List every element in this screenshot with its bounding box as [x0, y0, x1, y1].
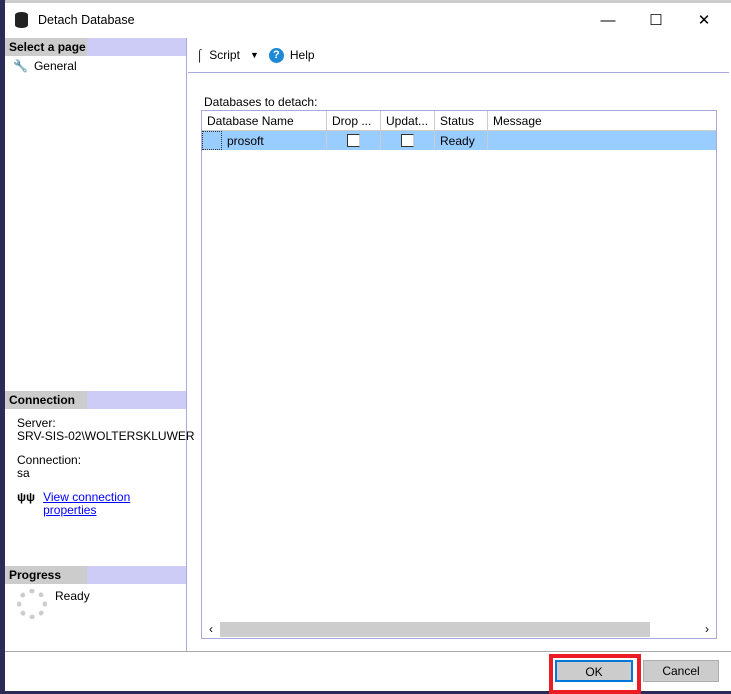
minimize-button[interactable]: — [585, 3, 631, 37]
databases-label: Databases to detach: [204, 95, 318, 109]
window-title: Detach Database [38, 13, 135, 27]
table-row[interactable]: prosoft Ready [202, 131, 716, 150]
horizontal-scrollbar[interactable]: ‹ › [202, 620, 716, 638]
page-general[interactable]: 🔧 General [5, 56, 186, 76]
dialog-footer: OK Cancel [5, 651, 731, 694]
cell-database-name: prosoft [222, 131, 327, 150]
plug-icon: ψψ [17, 490, 36, 504]
progress-header: Progress [5, 566, 186, 584]
scrollbar-thumb[interactable] [220, 621, 650, 637]
script-icon: ⌠ [196, 48, 204, 62]
database-icon [15, 12, 28, 28]
script-dropdown-icon[interactable]: ▼ [250, 50, 259, 60]
col-status[interactable]: Status [435, 111, 488, 130]
progress-spinner-icon [17, 589, 47, 619]
help-icon: ? [268, 47, 284, 63]
drop-connections-checkbox[interactable] [347, 134, 360, 147]
help-button[interactable]: Help [290, 48, 315, 62]
page-general-label: General [33, 59, 77, 73]
connection-value: sa [17, 466, 30, 480]
main-panel: ⌠ Script ▼ ? Help Databases to detach: D… [188, 38, 729, 651]
col-message[interactable]: Message [488, 111, 716, 130]
title-bar: Detach Database — ☐ ✕ [5, 3, 731, 37]
select-page-header: Select a page [5, 38, 186, 56]
scroll-left-icon[interactable]: ‹ [202, 622, 220, 636]
grid-header: Database Name Drop ... Updat... Status M… [202, 111, 716, 131]
col-update[interactable]: Updat... [381, 111, 435, 130]
col-database-name[interactable]: Database Name [202, 111, 327, 130]
col-drop[interactable]: Drop ... [327, 111, 381, 130]
view-connection-properties-link[interactable]: View connection properties [43, 491, 174, 517]
cell-status: Ready [435, 131, 488, 150]
connection-label: Connection: [17, 453, 82, 467]
maximize-button[interactable]: ☐ [633, 3, 679, 37]
update-statistics-checkbox[interactable] [401, 134, 414, 147]
scroll-right-icon[interactable]: › [698, 622, 716, 636]
toolbar: ⌠ Script ▼ ? Help [188, 38, 729, 73]
cell-message [488, 131, 716, 150]
left-panel: Select a page 🔧 General Connection Serve… [5, 38, 195, 651]
cancel-button[interactable]: Cancel [643, 660, 719, 682]
databases-grid: Database Name Drop ... Updat... Status M… [201, 110, 717, 639]
ok-button[interactable]: OK [555, 660, 633, 682]
script-button[interactable]: Script [209, 48, 240, 62]
server-value: SRV-SIS-02\WOLTERSKLUWER [17, 429, 195, 443]
close-button[interactable]: ✕ [681, 3, 727, 37]
row-selector[interactable] [202, 131, 222, 150]
connection-header: Connection [5, 391, 186, 409]
detach-database-dialog: Detach Database — ☐ ✕ Select a page 🔧 Ge… [5, 0, 731, 694]
progress-status: Ready [55, 589, 90, 603]
wrench-icon: 🔧 [13, 59, 28, 73]
